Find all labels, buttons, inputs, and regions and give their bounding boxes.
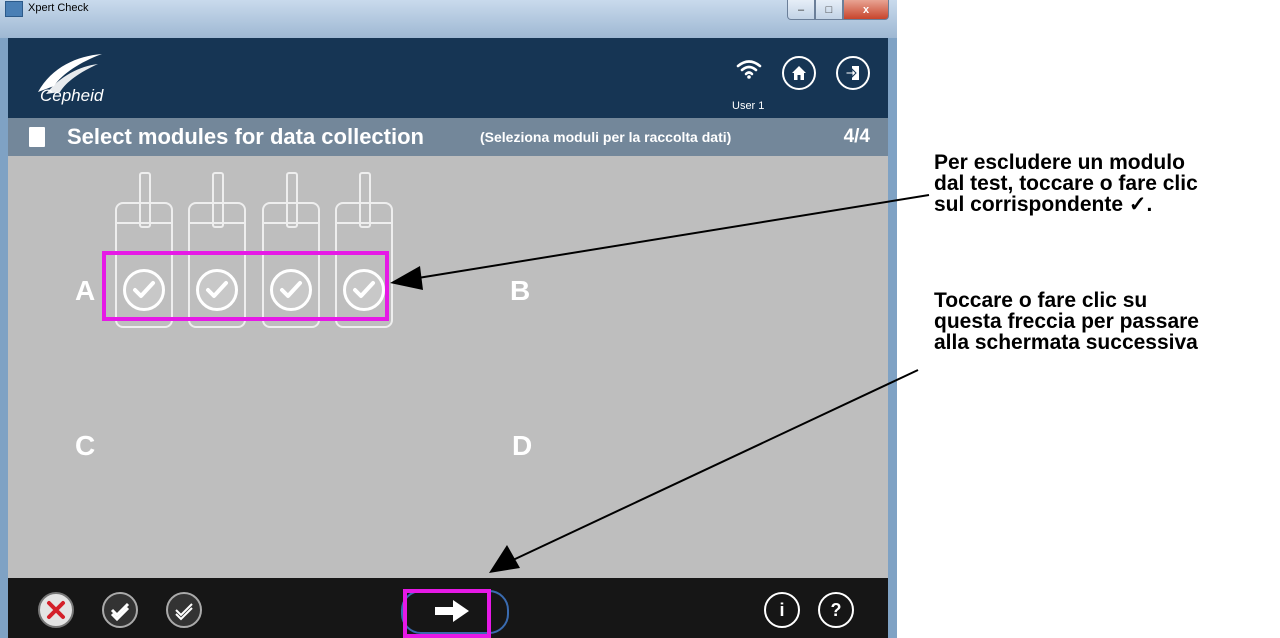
annotation-text-1: Per escludere un modulo dal test, toccar… <box>934 152 1198 215</box>
annotation-1-line-3: sul corrispondente ✓. <box>934 193 1153 216</box>
arrow-head-1 <box>390 266 423 290</box>
annotation-1-line-2: dal test, toccare o fare clic <box>934 172 1198 195</box>
arrow-line-1 <box>417 194 930 279</box>
annotation-2-line-3: alla schermata successiva <box>934 331 1198 354</box>
annotation-2-line-1: Toccare o fare clic su <box>934 289 1148 312</box>
annotation-1-line-1: Per escludere un modulo <box>934 151 1185 174</box>
annotation-2-line-2: questa freccia per passare <box>934 310 1199 333</box>
annotation-text-2: Toccare o fare clic su questa freccia pe… <box>934 290 1199 353</box>
arrow-line-2 <box>512 369 919 561</box>
